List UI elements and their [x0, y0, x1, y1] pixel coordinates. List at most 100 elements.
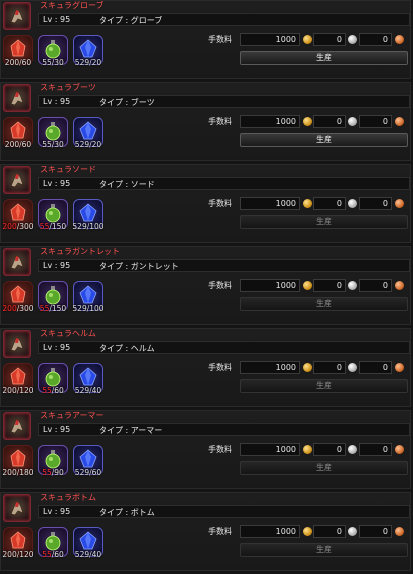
item-level: Lv : 95: [43, 425, 71, 434]
green-potion-icon: [45, 286, 61, 305]
boots-icon[interactable]: [3, 84, 31, 112]
item-info-bar: Lv : 95 タイプ : ソード: [38, 177, 410, 190]
fee-label: 手数料: [208, 527, 232, 536]
blue-gem-icon: [79, 203, 97, 222]
gold-coin-icon: [303, 35, 312, 44]
material-count-red: 200/180: [2, 468, 34, 477]
equipment-art: [10, 419, 24, 434]
recipe-row: スキュラソード Lv : 95 タイプ : ソード 200/300 55/150…: [0, 164, 413, 246]
item-name: スキュラヘルム: [40, 329, 96, 338]
red-crystal-icon: [10, 121, 26, 139]
material-count-green: 55/150: [39, 304, 67, 313]
fee-label: 手数料: [208, 281, 232, 290]
item-info-bar: Lv : 95 タイプ : ヘルム: [38, 341, 410, 354]
item-level: Lv : 95: [43, 343, 71, 352]
fee-gold-value: 1000: [240, 443, 300, 456]
fee-gold-value: 1000: [240, 115, 300, 128]
fee-silver-value: 0: [313, 443, 346, 456]
green-potion-icon: [45, 204, 61, 223]
fee-silver-value: 0: [313, 279, 346, 292]
item-type: タイプ : アーマー: [99, 426, 163, 435]
item-name: スキュラボトム: [40, 493, 96, 502]
copper-coin-icon: [395, 117, 404, 126]
blue-gem-icon: [79, 367, 97, 386]
gold-coin-icon: [303, 117, 312, 126]
fee-gold-value: 1000: [240, 197, 300, 210]
silver-coin-icon: [348, 35, 357, 44]
craft-button[interactable]: 生産: [240, 379, 408, 393]
item-name: スキュラガントレット: [40, 247, 120, 256]
gold-coin-icon: [303, 199, 312, 208]
sword-icon[interactable]: [3, 166, 31, 194]
material-count-red: 200/300: [2, 222, 34, 231]
fee-silver-value: 0: [313, 197, 346, 210]
glove-icon[interactable]: [3, 2, 31, 30]
craft-button[interactable]: 生産: [240, 543, 408, 557]
fee-gold-value: 1000: [240, 525, 300, 538]
item-type: タイプ : ブーツ: [99, 98, 155, 107]
material-count-green: 55/60: [42, 386, 64, 395]
silver-coin-icon: [348, 363, 357, 372]
fee-silver-value: 0: [313, 33, 346, 46]
material-count-red: 200/300: [2, 304, 34, 313]
fee-label: 手数料: [208, 445, 232, 454]
red-crystal-icon: [10, 531, 26, 549]
gauntlet-icon[interactable]: [3, 248, 31, 276]
green-potion-icon: [45, 532, 61, 551]
item-info-bar: Lv : 95 タイプ : ガントレット: [38, 259, 410, 272]
green-potion-icon: [45, 40, 61, 59]
fee-copper-value: 0: [359, 197, 392, 210]
fee-copper-value: 0: [359, 33, 392, 46]
copper-coin-icon: [395, 445, 404, 454]
material-count-blue: 529/40: [74, 386, 102, 395]
item-level: Lv : 95: [43, 15, 71, 24]
copper-coin-icon: [395, 35, 404, 44]
material-count-red: 200/60: [4, 140, 32, 149]
equipment-art: [10, 9, 24, 24]
craft-button[interactable]: 生産: [240, 215, 408, 229]
gold-coin-icon: [303, 445, 312, 454]
fee-gold-value: 1000: [240, 33, 300, 46]
fee-silver-value: 0: [313, 115, 346, 128]
material-count-red: 200/60: [4, 58, 32, 67]
material-count-blue: 529/100: [72, 304, 104, 313]
green-potion-icon: [45, 122, 61, 141]
item-info-bar: Lv : 95 タイプ : グローブ: [38, 13, 410, 26]
armor-icon[interactable]: [3, 412, 31, 440]
craft-button[interactable]: 生産: [240, 51, 408, 65]
recipe-row: スキュラアーマー Lv : 95 タイプ : アーマー 200/180 55/9…: [0, 410, 413, 492]
item-type: タイプ : グローブ: [99, 16, 163, 25]
fee-silver-value: 0: [313, 361, 346, 374]
gold-coin-icon: [303, 281, 312, 290]
material-count-blue: 529/20: [74, 140, 102, 149]
fee-copper-value: 0: [359, 361, 392, 374]
item-name: スキュラソード: [40, 165, 96, 174]
copper-coin-icon: [395, 199, 404, 208]
recipe-row: スキュラガントレット Lv : 95 タイプ : ガントレット 200/300 …: [0, 246, 413, 328]
fee-copper-value: 0: [359, 525, 392, 538]
green-potion-icon: [45, 368, 61, 387]
equipment-art: [10, 501, 24, 516]
green-potion-icon: [45, 450, 61, 469]
material-count-red: 200/120: [2, 386, 34, 395]
fee-label: 手数料: [208, 35, 232, 44]
bottom-icon[interactable]: [3, 494, 31, 522]
craft-button[interactable]: 生産: [240, 461, 408, 475]
blue-gem-icon: [79, 121, 97, 140]
item-type: タイプ : ソード: [99, 180, 155, 189]
craft-button[interactable]: 生産: [240, 133, 408, 147]
copper-coin-icon: [395, 527, 404, 536]
red-crystal-icon: [10, 367, 26, 385]
item-name: スキュラグローブ: [40, 1, 104, 10]
fee-silver-value: 0: [313, 525, 346, 538]
helm-icon[interactable]: [3, 330, 31, 358]
silver-coin-icon: [348, 199, 357, 208]
material-count-blue: 529/20: [74, 58, 102, 67]
fee-copper-value: 0: [359, 443, 392, 456]
blue-gem-icon: [79, 39, 97, 58]
item-level: Lv : 95: [43, 97, 71, 106]
craft-button[interactable]: 生産: [240, 297, 408, 311]
material-count-blue: 529/60: [74, 468, 102, 477]
item-name: スキュラブーツ: [40, 83, 96, 92]
material-count-green: 55/60: [42, 550, 64, 559]
